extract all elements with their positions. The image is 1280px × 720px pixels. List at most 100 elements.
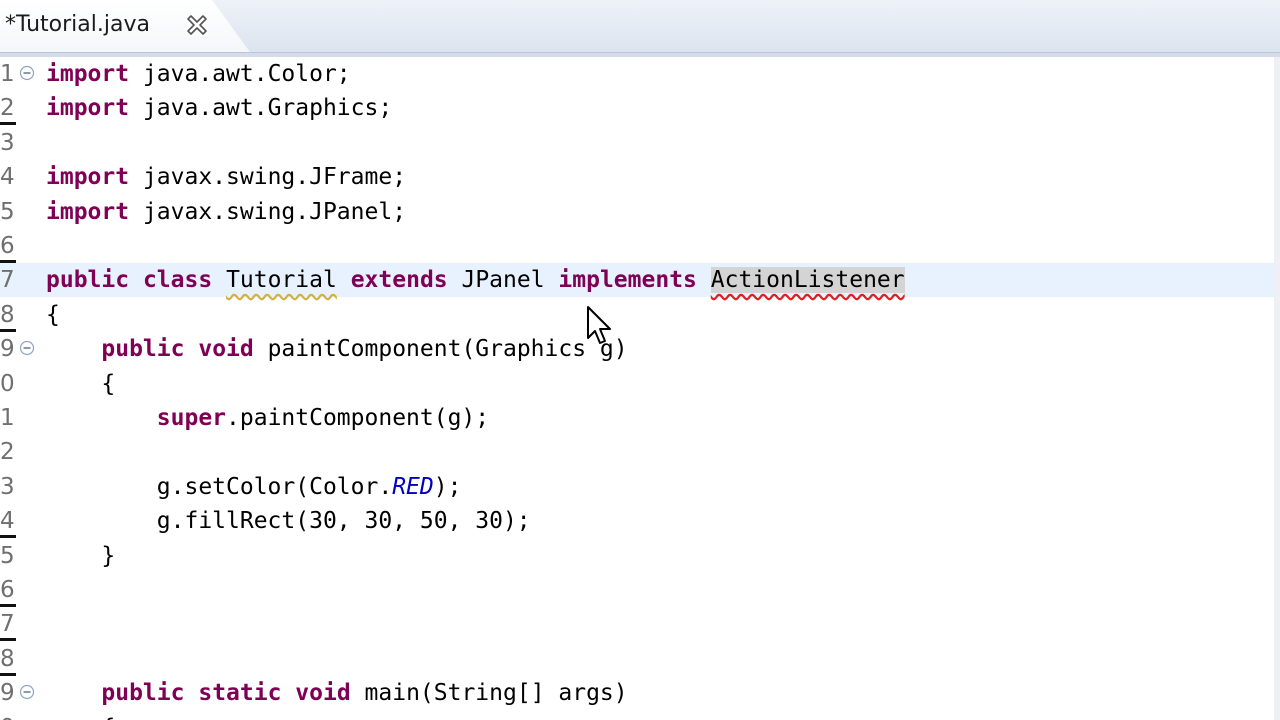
code-line[interactable]: 4 g.fillRect(30, 30, 50, 30); — [0, 504, 1274, 539]
code-line[interactable]: 8{ — [0, 298, 1274, 332]
line-number: 7 — [0, 611, 15, 638]
code-text: public static void main(String[] args) — [46, 676, 627, 710]
code-token: import — [46, 95, 130, 122]
code-token: import — [46, 164, 130, 191]
tab-title: *Tutorial.java — [5, 12, 150, 37]
code-token: } — [46, 542, 116, 569]
line-number: 8 — [0, 301, 15, 328]
line-gutter: 8 — [0, 642, 24, 676]
code-token: class — [142, 267, 213, 294]
code-line[interactable]: 1 import java.awt.Color; — [0, 57, 1274, 91]
code-token: Tutorial — [226, 267, 337, 294]
code-line[interactable]: 9 public static void main(String[] args) — [0, 676, 1274, 710]
line-gutter: 6 — [0, 229, 24, 263]
code-text: import java.awt.Graphics; — [46, 91, 392, 125]
code-token: ActionListener — [710, 267, 905, 294]
line-number: 8 — [0, 645, 15, 672]
code-token: implements — [558, 267, 697, 294]
line-gutter: 4 — [0, 160, 24, 194]
code-token: RED — [392, 473, 434, 500]
code-line[interactable]: 3 — [0, 126, 1274, 160]
code-token: import — [46, 198, 130, 225]
vertical-scrollbar[interactable] — [1274, 57, 1280, 720]
code-token: { — [46, 715, 115, 720]
line-gutter: 4 — [0, 504, 24, 539]
code-line[interactable]: 6 — [0, 229, 1274, 263]
code-token: javax.swing.JPanel; — [129, 198, 407, 225]
close-icon[interactable] — [184, 12, 210, 38]
code-token: JPanel — [447, 267, 559, 294]
line-number: 9 — [0, 680, 15, 707]
line-gutter: 2 — [0, 91, 24, 126]
code-token: public — [46, 267, 130, 294]
line-number: 4 — [0, 508, 15, 535]
collapse-icon[interactable] — [19, 684, 35, 700]
code-token: public — [101, 336, 185, 363]
line-number: 5 — [0, 198, 15, 225]
code-token: paintComponent(Graphics g) — [253, 336, 628, 363]
line-gutter: 3 — [0, 126, 24, 160]
line-number: 6 — [0, 577, 15, 603]
collapse-icon[interactable] — [19, 340, 35, 356]
line-number: 5 — [0, 542, 15, 569]
code-line[interactable]: 0 { — [0, 367, 1274, 401]
editor-tab-bar: *Tutorial.java — [0, 0, 1280, 53]
code-line[interactable]: 8 — [0, 642, 1274, 676]
code-token: public — [101, 680, 185, 707]
line-gutter: 2 — [0, 435, 24, 469]
code-line[interactable]: 9 public void paintComponent(Graphics g) — [0, 332, 1274, 366]
code-line[interactable]: 7 — [0, 607, 1274, 642]
line-number: 9 — [0, 336, 15, 363]
code-line[interactable]: 0 { — [0, 711, 1274, 720]
code-editor[interactable]: 1 import java.awt.Color; 2 import java.awt.… — [0, 57, 1274, 720]
code-text: super.paintComponent(g); — [46, 401, 489, 435]
code-line[interactable]: 6 — [0, 573, 1274, 607]
code-line[interactable]: 1 super.paintComponent(g); — [0, 401, 1274, 435]
code-line[interactable]: 5 import javax.swing.JPanel; — [0, 195, 1274, 229]
code-token: { — [46, 301, 60, 328]
code-text: { — [46, 711, 115, 720]
code-token: ); — [433, 473, 462, 500]
mouse-pointer-icon — [587, 306, 611, 344]
code-token: void — [295, 680, 351, 707]
line-number: 2 — [0, 95, 15, 122]
line-number: 4 — [0, 164, 15, 191]
code-text: import java.awt.Color; — [46, 57, 351, 91]
code-token: java.awt.Graphics; — [129, 95, 393, 122]
tab-tutorial-java[interactable]: *Tutorial.java — [0, 0, 250, 52]
code-line[interactable]: 5 } — [0, 539, 1274, 573]
line-gutter: 3 — [0, 470, 24, 504]
line-number: 2 — [0, 439, 15, 466]
line-number: 3 — [0, 129, 15, 156]
code-token: java.awt.Color; — [129, 61, 351, 87]
code-line[interactable]: 2 — [0, 435, 1274, 469]
line-gutter: 5 — [0, 539, 24, 573]
collapse-icon[interactable] — [19, 65, 35, 81]
code-line[interactable]: 2 import java.awt.Graphics; — [0, 91, 1274, 126]
line-gutter: 1 — [0, 401, 24, 435]
code-text: import javax.swing.JFrame; — [46, 160, 406, 194]
line-gutter: 0 — [0, 711, 24, 720]
code-line[interactable]: 3 g.setColor(Color.RED); — [0, 470, 1274, 504]
line-gutter: 7 — [0, 607, 24, 642]
code-token: super — [156, 405, 227, 431]
line-number: 7 — [0, 267, 15, 294]
code-text: { — [46, 298, 60, 332]
line-number: 0 — [0, 713, 15, 720]
line-number: 1 — [0, 61, 15, 87]
code-line[interactable]: 7 public class Tutorial extends JPanel im… — [0, 263, 1274, 298]
code-line[interactable]: 4 import javax.swing.JFrame; — [0, 160, 1274, 194]
code-text: g.setColor(Color.RED); — [46, 470, 462, 504]
line-number: 1 — [0, 405, 15, 431]
code-text: } — [46, 539, 115, 573]
code-token: static — [198, 680, 282, 707]
code-token: import — [46, 61, 130, 87]
line-number: 3 — [0, 473, 15, 500]
code-token: .paintComponent(g); — [226, 405, 490, 431]
